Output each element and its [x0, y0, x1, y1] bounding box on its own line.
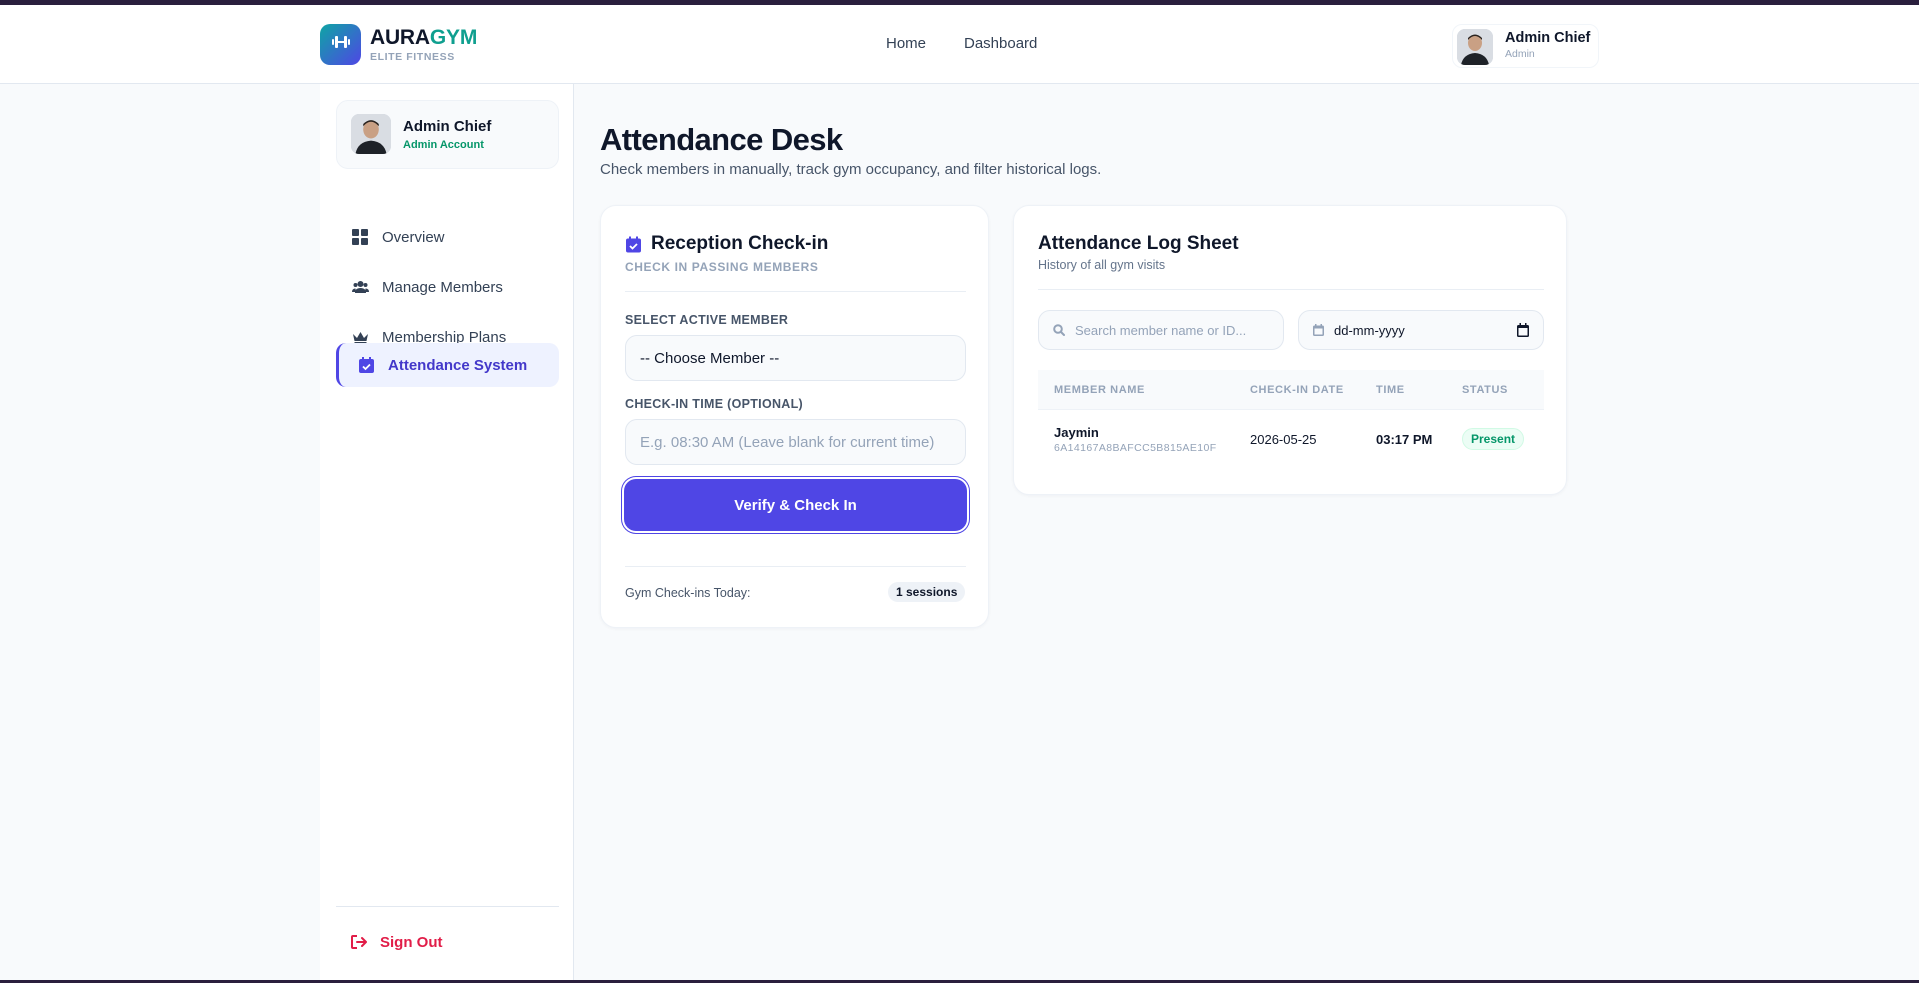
reception-checkin-card: Reception Check-in CHECK IN PASSING MEMB…	[600, 205, 989, 628]
log-date-filter[interactable]: dd-mm-yyyy	[1298, 310, 1544, 350]
checkin-date: 2026-05-25	[1250, 432, 1317, 447]
log-subtitle: History of all gym visits	[1038, 258, 1166, 272]
brand-subtitle: ELITE FITNESS	[370, 51, 455, 63]
checkin-time-input[interactable]: E.g. 08:30 AM (Leave blank for current t…	[625, 419, 966, 465]
brand[interactable]: AURAGYM ELITE FITNESS	[370, 27, 477, 64]
users-icon	[351, 278, 369, 296]
divider	[625, 291, 966, 292]
sidebar-item-label: Overview	[382, 228, 445, 246]
brand-name-part1: AURA	[370, 26, 430, 49]
page-title: Attendance Desk	[600, 122, 843, 157]
search-placeholder: Search member name or ID...	[1075, 322, 1247, 338]
sign-out-button[interactable]: Sign Out	[336, 924, 559, 960]
member-id: 6A14167A8BAFCC5B815AE10F	[1054, 442, 1217, 454]
profile-role: Admin Account	[403, 139, 484, 151]
grid-icon	[351, 228, 369, 246]
divider	[625, 566, 966, 567]
page-subtitle: Check members in manually, track gym occ…	[600, 161, 1102, 178]
member-name: Jaymin	[1054, 425, 1099, 440]
sign-out-icon	[351, 935, 367, 949]
checkin-title: Reception Check-in	[651, 233, 829, 254]
sidebar-item-overview[interactable]: Overview	[336, 215, 559, 259]
calendar-icon	[1313, 324, 1324, 336]
calendar-picker-icon[interactable]	[1517, 323, 1529, 337]
nav-home-link[interactable]: Home	[886, 35, 926, 52]
col-checkin-date: CHECK-IN DATE	[1250, 384, 1344, 396]
sign-out-label: Sign Out	[380, 933, 443, 951]
member-select-label: SELECT ACTIVE MEMBER	[625, 313, 789, 327]
log-title: Attendance Log Sheet	[1038, 233, 1239, 254]
checkin-time-placeholder: E.g. 08:30 AM (Leave blank for current t…	[640, 433, 935, 451]
brand-name-part2: GYM	[429, 26, 478, 49]
attendance-log-card: Attendance Log Sheet History of all gym …	[1013, 205, 1567, 495]
calendar-check-icon	[626, 236, 641, 253]
sidebar-item-label: Manage Members	[382, 278, 503, 296]
user-role: Admin	[1505, 48, 1535, 60]
col-time: TIME	[1376, 384, 1405, 396]
checkin-time-label: CHECK-IN TIME (OPTIONAL)	[625, 397, 804, 411]
sidebar-profile-card: Admin Chief Admin Account	[336, 100, 559, 169]
checkin-time: 03:17 PM	[1376, 432, 1433, 447]
profile-name: Admin Chief	[403, 118, 492, 135]
member-select-value: -- Choose Member --	[640, 349, 780, 367]
member-select[interactable]: -- Choose Member --	[625, 335, 966, 381]
user-name: Admin Chief	[1505, 30, 1591, 46]
col-member-name: MEMBER NAME	[1054, 384, 1145, 396]
search-icon	[1053, 324, 1065, 336]
divider	[1038, 289, 1544, 290]
calendar-check-icon	[357, 356, 375, 374]
status-badge: Present	[1462, 428, 1525, 450]
checkin-subtitle: CHECK IN PASSING MEMBERS	[625, 260, 819, 274]
brand-name: AURAGYM	[370, 27, 477, 49]
checkins-today-badge: 1 sessions	[888, 582, 966, 602]
sidebar-divider	[336, 906, 559, 907]
date-placeholder: dd-mm-yyyy	[1334, 322, 1405, 338]
user-menu[interactable]: Admin Chief Admin	[1452, 24, 1599, 68]
dumbbell-icon	[331, 34, 351, 55]
nav-dashboard-link[interactable]: Dashboard	[964, 35, 1037, 52]
avatar	[1457, 29, 1493, 65]
col-status: STATUS	[1462, 384, 1508, 396]
sidebar: Admin Chief Admin Account Overview Manag…	[320, 84, 574, 983]
checkins-today-label: Gym Check-ins Today:	[625, 586, 751, 600]
top-header: AURAGYM ELITE FITNESS Home Dashboard Adm…	[0, 5, 1919, 84]
log-search-input[interactable]: Search member name or ID...	[1038, 310, 1284, 350]
avatar	[351, 114, 391, 154]
sidebar-item-manage-members[interactable]: Manage Members	[336, 265, 559, 309]
sidebar-item-attendance-system[interactable]: Attendance System	[336, 343, 559, 387]
logo-badge[interactable]	[320, 24, 361, 65]
table-row[interactable]: Jaymin 6A14167A8BAFCC5B815AE10F 2026-05-…	[1038, 410, 1544, 470]
sidebar-item-label: Attendance System	[388, 356, 528, 374]
table-header: MEMBER NAME CHECK-IN DATE TIME STATUS	[1038, 370, 1544, 410]
verify-check-in-button[interactable]: Verify & Check In	[624, 479, 967, 531]
